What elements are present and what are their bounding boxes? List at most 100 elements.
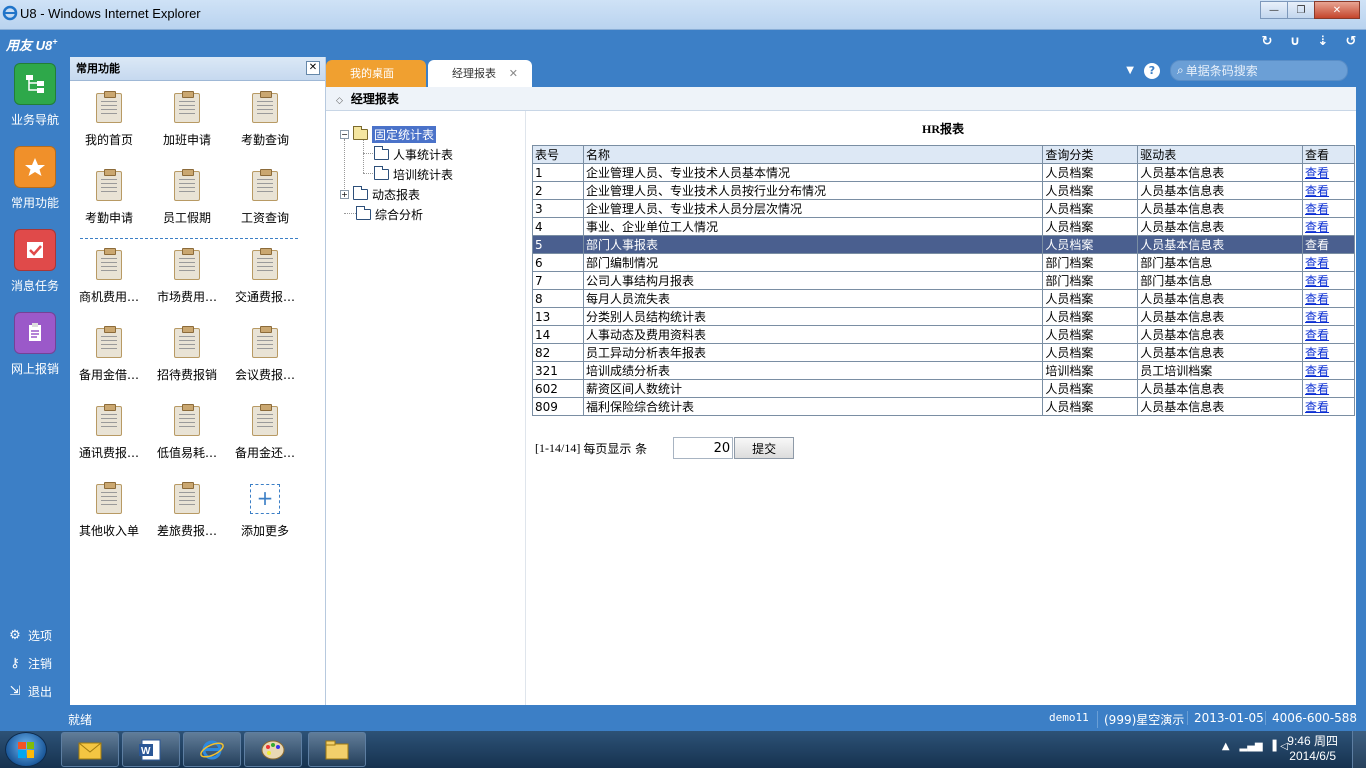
func-item[interactable]: 加班申请: [148, 91, 226, 148]
func-item[interactable]: 员工假期: [148, 169, 226, 226]
clock[interactable]: 9:46 周四 2014/6/5: [1287, 734, 1338, 764]
view-link[interactable]: 查看: [1305, 310, 1329, 324]
table-row[interactable]: 602 薪资区间人数统计 人员档案 人员基本信息表 查看: [532, 379, 1355, 398]
per-page-input[interactable]: [673, 437, 734, 459]
view-link[interactable]: 查看: [1305, 364, 1329, 378]
func-item[interactable]: 商机费用…: [70, 248, 148, 305]
func-item[interactable]: 招待费报销: [148, 326, 226, 383]
func-item[interactable]: 交通费报…: [226, 248, 304, 305]
table-row[interactable]: 13 分类别人员结构统计表 人员档案 人员基本信息表 查看: [532, 307, 1355, 326]
expand-toggle-icon[interactable]: +: [340, 190, 349, 199]
table-row[interactable]: 3 企业管理人员、专业技术人员分层次情况 人员档案 人员基本信息表 查看: [532, 199, 1355, 218]
view-link[interactable]: 查看: [1305, 220, 1329, 234]
taskbar-outlook[interactable]: [61, 732, 119, 767]
per-page-label: 每页显示 条: [583, 441, 648, 456]
gear-icon: ⚙: [9, 628, 21, 643]
start-button[interactable]: [5, 732, 47, 767]
tree-node-dynamic[interactable]: + 动态报表: [340, 186, 420, 203]
status-ready: 就绪: [68, 713, 93, 727]
table-row[interactable]: 6 部门编制情况 部门档案 部门基本信息 查看: [532, 253, 1355, 272]
func-item[interactable]: 工资查询: [226, 169, 304, 226]
panel-close-button[interactable]: ✕: [306, 61, 320, 75]
tab-manager-report[interactable]: 经理报表 ✕: [428, 60, 532, 87]
table-row[interactable]: 809 福利保险综合统计表 人员档案 人员基本信息表 查看: [532, 397, 1355, 416]
u-icon[interactable]: ∪: [1288, 34, 1302, 49]
options-link[interactable]: ⚙ 选项: [8, 627, 52, 644]
table-row[interactable]: 2 企业管理人员、专业技术人员按行业分布情况 人员档案 人员基本信息表 查看: [532, 181, 1355, 200]
restore-button[interactable]: ❐: [1287, 1, 1315, 19]
tree-node-summary[interactable]: 综合分析: [356, 206, 423, 223]
func-item[interactable]: 我的首页: [70, 91, 148, 148]
taskbar-word[interactable]: W: [122, 732, 180, 767]
view-link[interactable]: 查看: [1305, 166, 1329, 180]
table-row[interactable]: 82 员工异动分析表年报表 人员档案 人员基本信息表 查看: [532, 343, 1355, 362]
func-item[interactable]: 会议费报…: [226, 326, 304, 383]
tree-node-hr[interactable]: 人事统计表: [374, 146, 453, 163]
dropdown-icon[interactable]: ⇣: [1316, 34, 1330, 49]
table-row[interactable]: 1 企业管理人员、专业技术人员基本情况 人员档案 人员基本信息表 查看: [532, 163, 1355, 182]
view-link[interactable]: 查看: [1305, 202, 1329, 216]
view-link[interactable]: 查看: [1305, 274, 1329, 288]
logout-link[interactable]: ⚷ 注销: [8, 655, 52, 672]
volume-icon[interactable]: ▌◁: [1273, 741, 1288, 752]
tab-my-desktop[interactable]: 我的桌面: [326, 60, 426, 87]
view-link[interactable]: 查看: [1305, 382, 1329, 396]
view-link[interactable]: 查看: [1305, 292, 1329, 306]
table-row[interactable]: 7 公司人事结构月报表 部门档案 部门基本信息 查看: [532, 271, 1355, 290]
view-link[interactable]: 查看: [1305, 400, 1329, 414]
nav-expense[interactable]: 网上报销: [0, 312, 70, 377]
taskbar-explorer[interactable]: [308, 732, 366, 767]
minimize-button[interactable]: —: [1260, 1, 1288, 19]
table-row[interactable]: 14 人事动态及费用资料表 人员档案 人员基本信息表 查看: [532, 325, 1355, 344]
table-cell-view: 查看: [1302, 253, 1355, 272]
folder-icon: [374, 166, 389, 180]
table-row[interactable]: 321 培训成绩分析表 培训档案 员工培训档案 查看: [532, 361, 1355, 380]
nav-messages[interactable]: 消息任务: [0, 229, 70, 294]
view-link[interactable]: 查看: [1305, 346, 1329, 360]
taskbar-ie[interactable]: [183, 732, 241, 767]
clipboard-icon: [252, 404, 278, 436]
taskbar-paint[interactable]: [244, 732, 302, 767]
func-item[interactable]: 备用金借…: [70, 326, 148, 383]
breadcrumb-title: 经理报表: [350, 92, 399, 106]
nav-common[interactable]: 常用功能: [0, 146, 70, 211]
signal-icon[interactable]: ▂▄▆: [1240, 741, 1263, 752]
add-more-button[interactable]: + 添加更多: [226, 484, 304, 539]
collapse-toggle-icon[interactable]: −: [340, 130, 349, 139]
view-link[interactable]: 查看: [1305, 184, 1329, 198]
func-item[interactable]: 市场费用…: [148, 248, 226, 305]
barcode-search[interactable]: ⌕: [1170, 60, 1348, 81]
search-input[interactable]: [1185, 63, 1336, 78]
refresh-icon[interactable]: ↻: [1260, 34, 1274, 49]
func-item[interactable]: 备用金还…: [226, 404, 304, 461]
col-header: 表号: [532, 145, 584, 164]
exit-link[interactable]: ⇲ 退出: [8, 683, 52, 700]
tree-node-fixed[interactable]: − 固定统计表: [340, 126, 437, 143]
table-row[interactable]: 8 每月人员流失表 人员档案 人员基本信息表 查看: [532, 289, 1355, 308]
status-date: 2013-01-05: [1187, 711, 1264, 725]
func-item[interactable]: 差旅费报…: [148, 482, 226, 539]
view-link[interactable]: 查看: [1305, 256, 1329, 270]
show-desktop-button[interactable]: [1352, 731, 1366, 768]
func-item[interactable]: 考勤申请: [70, 169, 148, 226]
table-row[interactable]: 5 部门人事报表 人员档案 人员基本信息表 查看: [532, 235, 1355, 254]
back-icon[interactable]: ↺: [1344, 34, 1358, 49]
help-icon[interactable]: ?: [1144, 62, 1160, 79]
close-button[interactable]: ✕: [1314, 1, 1360, 19]
tree-node-training[interactable]: 培训统计表: [374, 166, 453, 183]
nav-business[interactable]: 业务导航: [0, 63, 70, 128]
tray-arrow-icon[interactable]: ▲: [1222, 741, 1230, 752]
table-row[interactable]: 4 事业、企业单位工人情况 人员档案 人员基本信息表 查看: [532, 217, 1355, 236]
func-item[interactable]: 考勤查询: [226, 91, 304, 148]
table-cell-view: 查看: [1302, 361, 1355, 380]
logout-label: 注销: [28, 657, 53, 671]
tab-close-icon[interactable]: ✕: [509, 60, 518, 87]
submit-button[interactable]: 提交: [734, 437, 795, 459]
diamond-icon: ◇: [336, 96, 343, 106]
chevron-down-icon[interactable]: ▼: [1126, 65, 1134, 76]
view-link[interactable]: 查看: [1305, 238, 1329, 252]
func-item[interactable]: 低值易耗…: [148, 404, 226, 461]
view-link[interactable]: 查看: [1305, 328, 1329, 342]
func-item[interactable]: 其他收入单: [70, 482, 148, 539]
func-item[interactable]: 通讯费报…: [70, 404, 148, 461]
